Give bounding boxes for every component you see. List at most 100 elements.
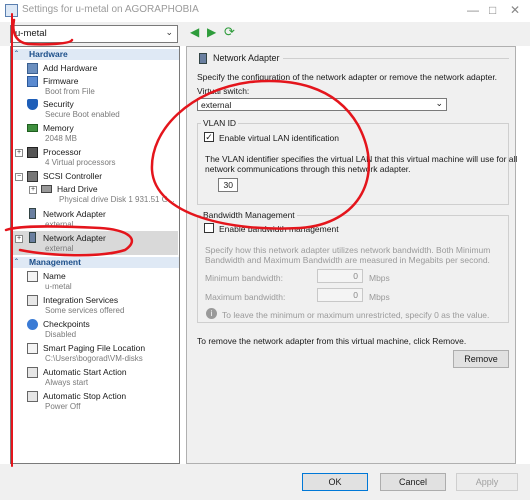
tree-item-name[interactable]: Name u-metal xyxy=(27,270,177,292)
tree-item-sub: Boot from File xyxy=(45,87,95,96)
dialog-footer xyxy=(0,464,530,500)
previous-arrow-icon[interactable]: ◀ xyxy=(190,25,199,39)
ok-button[interactable]: OK xyxy=(302,473,368,491)
refresh-icon[interactable]: ⟳ xyxy=(224,24,235,40)
expand-network-adapter-icon[interactable]: + xyxy=(15,235,23,243)
tree-item-label: Security xyxy=(43,99,74,109)
tree-item-add-hardware[interactable]: Add Hardware xyxy=(27,62,177,74)
remove-instructions: To remove the network adapter from this … xyxy=(197,336,467,346)
checkpoints-icon xyxy=(27,319,38,330)
tree-item-label: Automatic Stop Action xyxy=(43,391,127,401)
virtual-switch-label: Virtual switch: xyxy=(197,86,250,96)
expand-hard-drive-icon[interactable]: + xyxy=(29,186,37,194)
tree-item-sub: Secure Boot enabled xyxy=(45,110,120,119)
title-divider xyxy=(283,58,509,59)
collapse-chevron-icon: ˆ xyxy=(15,258,18,267)
bandwidth-description-line2: Bandwidth and Maximum Bandwidth are meas… xyxy=(205,255,490,265)
tree-item-sub: 2048 MB xyxy=(45,134,78,143)
tree-item-label: Hard Drive xyxy=(57,184,98,194)
network-adapter-icon xyxy=(199,53,207,64)
close-icon[interactable]: ✕ xyxy=(510,3,520,17)
tree-item-security[interactable]: Security Secure Boot enabled xyxy=(27,98,177,120)
vlan-checkbox-label: Enable virtual LAN identification xyxy=(219,133,340,143)
vlan-enable-checkbox[interactable]: ✓ xyxy=(204,132,214,142)
panel-description: Specify the configuration of the network… xyxy=(197,72,498,82)
network-adapter-icon xyxy=(29,232,36,243)
tree-item-integration-services[interactable]: Integration Services Some services offer… xyxy=(27,294,177,316)
virtual-switch-dropdown[interactable]: external ⌄ xyxy=(197,98,447,111)
firmware-chip-icon xyxy=(27,76,38,87)
tree-item-sub: Physical drive Disk 1 931.51 G... xyxy=(59,195,175,204)
tree-item-firmware[interactable]: Firmware Boot from File xyxy=(27,75,177,97)
maximize-icon[interactable]: □ xyxy=(489,3,496,17)
name-icon xyxy=(27,271,38,282)
vlan-id-input[interactable]: 30 xyxy=(218,178,238,192)
hardware-section-header[interactable]: ˆ Hardware xyxy=(11,49,179,60)
tree-item-label: Automatic Start Action xyxy=(43,367,127,377)
tree-item-automatic-start[interactable]: Automatic Start Action Always start xyxy=(27,366,177,388)
tree-item-label: Smart Paging File Location xyxy=(43,343,146,353)
tree-item-sub: external xyxy=(45,244,74,253)
expand-processor-icon[interactable]: + xyxy=(15,149,23,157)
management-header-label: Management xyxy=(29,257,81,267)
tree-item-sub: 4 Virtual processors xyxy=(45,158,116,167)
settings-tree: ˆ Hardware Add Hardware Firmware Boot fr… xyxy=(10,46,180,464)
tree-item-memory[interactable]: Memory 2048 MB xyxy=(27,122,177,144)
vm-select-dropdown[interactable]: u-metal ⌄ xyxy=(10,25,178,43)
minimize-icon[interactable]: — xyxy=(467,3,479,17)
next-arrow-icon[interactable]: ▶ xyxy=(207,25,216,39)
automatic-stop-icon xyxy=(27,391,38,402)
tree-item-sub: Some services offered xyxy=(45,306,125,315)
bandwidth-group-title: Bandwidth Management xyxy=(201,210,297,220)
tree-item-network-adapter-1[interactable]: Network Adapter external xyxy=(27,208,177,230)
minimum-bandwidth-unit: Mbps xyxy=(369,273,390,283)
tree-item-scsi-controller[interactable]: SCSI Controller xyxy=(27,170,177,182)
scsi-controller-icon xyxy=(27,171,38,182)
bandwidth-description-line1: Specify how this network adapter utilize… xyxy=(205,245,491,255)
integration-services-icon xyxy=(27,295,38,306)
memory-icon xyxy=(27,124,38,132)
bandwidth-hint: To leave the minimum or maximum unrestri… xyxy=(222,310,490,320)
hard-drive-icon xyxy=(41,185,52,193)
chevron-down-icon: ⌄ xyxy=(435,98,443,108)
tree-item-checkpoints[interactable]: Checkpoints Disabled xyxy=(27,318,177,340)
tree-item-automatic-stop[interactable]: Automatic Stop Action Power Off xyxy=(27,390,177,412)
tree-item-smart-paging[interactable]: Smart Paging File Location C:\Users\bogo… xyxy=(27,342,177,364)
tree-item-sub: external xyxy=(45,220,74,229)
tree-item-sub: C:\Users\bogorad\VM-disks xyxy=(45,354,143,363)
vlan-group-title: VLAN ID xyxy=(201,118,239,128)
virtual-switch-value: external xyxy=(201,100,232,110)
network-adapter-icon xyxy=(29,208,36,219)
tree-item-label: Network Adapter xyxy=(43,209,106,219)
minimum-bandwidth-input[interactable]: 0 xyxy=(317,269,363,283)
tree-item-processor[interactable]: Processor 4 Virtual processors xyxy=(27,146,177,168)
tree-item-sub: Disabled xyxy=(45,330,77,339)
tree-item-label: Name xyxy=(43,271,66,281)
bandwidth-enable-checkbox[interactable] xyxy=(204,223,214,233)
tree-item-sub: u-metal xyxy=(45,282,72,291)
vm-select-value: u-metal xyxy=(15,28,47,39)
collapse-scsi-icon[interactable]: − xyxy=(15,173,23,181)
tree-item-label: Add Hardware xyxy=(43,63,98,73)
window-title: Settings for u-metal on AGORAPHOBIA xyxy=(22,4,199,15)
management-section-header[interactable]: ˆ Management xyxy=(11,257,179,268)
processor-icon xyxy=(27,147,38,158)
tree-item-hard-drive[interactable]: Hard Drive Physical drive Disk 1 931.51 … xyxy=(41,183,179,205)
info-icon: i xyxy=(206,308,217,319)
remove-button[interactable]: Remove xyxy=(453,350,509,368)
tree-item-network-adapter-2[interactable]: Network Adapter external xyxy=(27,232,177,254)
hardware-header-label: Hardware xyxy=(29,49,68,59)
vlan-description-line2: network communications through this netw… xyxy=(205,164,411,174)
apply-button[interactable]: Apply xyxy=(456,473,518,491)
minimum-bandwidth-label: Minimum bandwidth: xyxy=(205,273,283,283)
automatic-start-icon xyxy=(27,367,38,378)
maximum-bandwidth-input[interactable]: 0 xyxy=(317,288,363,302)
tree-item-label: Checkpoints xyxy=(43,319,90,329)
bandwidth-checkbox-label: Enable bandwidth management xyxy=(219,224,339,234)
settings-app-icon xyxy=(5,4,18,17)
tree-item-label: Processor xyxy=(43,147,82,157)
tree-item-label: Network Adapter xyxy=(43,233,106,243)
maximum-bandwidth-unit: Mbps xyxy=(369,292,390,302)
smart-paging-icon xyxy=(27,343,38,354)
cancel-button[interactable]: Cancel xyxy=(380,473,446,491)
